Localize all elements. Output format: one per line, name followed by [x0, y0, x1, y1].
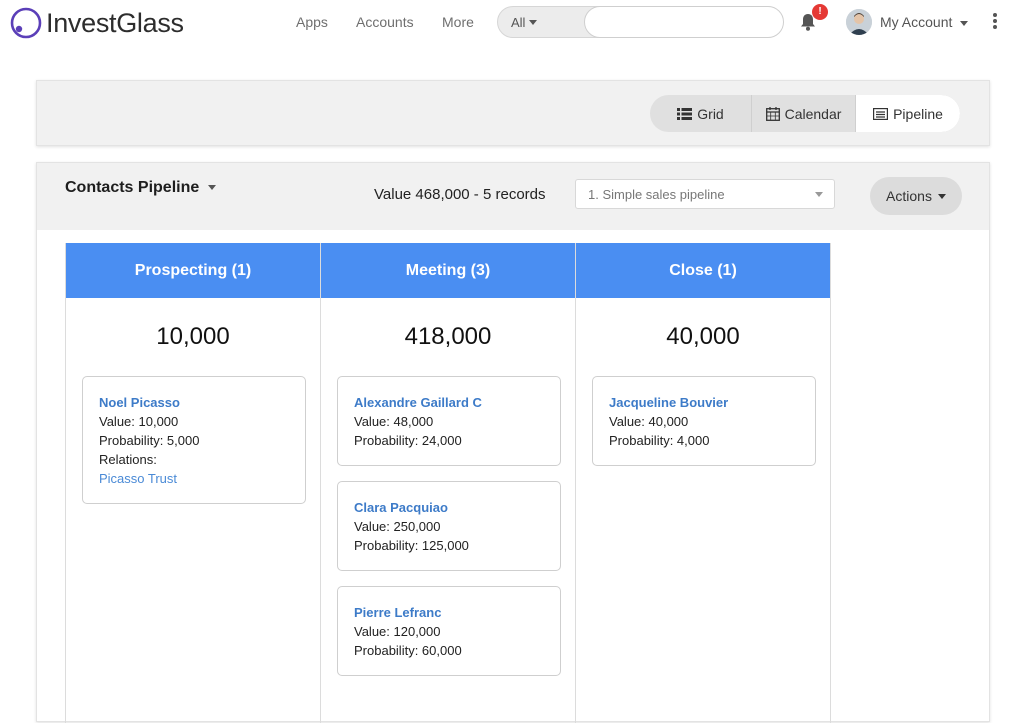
- deal-contact-name[interactable]: Noel Picasso: [99, 393, 290, 412]
- pipeline-header: Contacts Pipeline Value 468,000 - 5 reco…: [37, 163, 989, 230]
- deal-probability: Probability: 5,000: [99, 433, 200, 448]
- view-calendar-button[interactable]: Calendar: [752, 95, 856, 132]
- deal-value: Value: 120,000: [354, 624, 441, 639]
- deal-relations-label: Relations:: [99, 452, 157, 467]
- deal-probability: Probability: 60,000: [354, 643, 462, 658]
- deal-probability: Probability: 24,000: [354, 433, 462, 448]
- deal-relation-link[interactable]: Picasso Trust: [99, 469, 290, 488]
- deal-contact-name[interactable]: Alexandre Gaillard C: [354, 393, 545, 412]
- deal-card[interactable]: Alexandre Gaillard C Value: 48,000 Proba…: [337, 376, 561, 466]
- search-scope-label: All: [511, 14, 526, 30]
- search-input[interactable]: [584, 6, 784, 38]
- view-pipeline-label: Pipeline: [893, 105, 943, 122]
- nav-apps-link[interactable]: Apps: [296, 14, 328, 30]
- nav-more-link[interactable]: More: [442, 14, 474, 30]
- brand-name: InvestGlass: [46, 7, 184, 38]
- column-header[interactable]: Close (1): [576, 243, 830, 298]
- actions-button[interactable]: Actions: [870, 177, 962, 215]
- deal-card[interactable]: Jacqueline Bouvier Value: 40,000 Probabi…: [592, 376, 816, 466]
- column-header[interactable]: Prospecting (1): [66, 243, 320, 298]
- pipeline-select[interactable]: 1. Simple sales pipeline: [575, 179, 835, 209]
- calendar-icon: [765, 106, 780, 121]
- deal-contact-name[interactable]: Jacqueline Bouvier: [609, 393, 800, 412]
- column-total: 40,000: [666, 323, 740, 350]
- chevron-down-icon: [937, 193, 946, 199]
- deal-card[interactable]: Clara Pacquiao Value: 250,000 Probabilit…: [337, 481, 561, 571]
- pipeline-title: Contacts Pipeline: [65, 179, 200, 196]
- pipeline-title-dropdown[interactable]: Contacts Pipeline: [65, 179, 216, 197]
- pipeline-icon: [873, 107, 889, 120]
- avatar[interactable]: [846, 9, 872, 35]
- deal-value: Value: 250,000: [354, 519, 441, 534]
- pipeline-panel: Contacts Pipeline Value 468,000 - 5 reco…: [36, 162, 990, 723]
- pipeline-columns: Prospecting (1) 10,000 Noel Picasso Valu…: [65, 243, 831, 723]
- view-calendar-label: Calendar: [784, 105, 842, 122]
- chevron-down-icon: [960, 20, 969, 26]
- chevron-down-icon: [529, 19, 538, 25]
- chevron-down-icon: [815, 192, 823, 197]
- pipeline-select-value: 1. Simple sales pipeline: [588, 187, 725, 202]
- column-total: 418,000: [404, 323, 492, 350]
- deal-probability: Probability: 125,000: [354, 538, 469, 553]
- view-switcher-panel: Grid Calendar Pipeline: [36, 80, 990, 146]
- search-bar: All: [497, 6, 784, 38]
- account-label: My Account: [880, 14, 953, 30]
- grid-icon: [677, 107, 693, 120]
- notification-badge: !: [812, 4, 828, 20]
- deal-contact-name[interactable]: Clara Pacquiao: [354, 498, 545, 517]
- deal-contact-name[interactable]: Pierre Lefranc: [354, 603, 545, 622]
- column-header[interactable]: Meeting (3): [321, 243, 575, 298]
- view-pipeline-button[interactable]: Pipeline: [856, 95, 960, 132]
- view-grid-label: Grid: [697, 105, 724, 122]
- view-grid-button[interactable]: Grid: [650, 95, 752, 132]
- pipeline-column-prospecting: Prospecting (1) 10,000 Noel Picasso Valu…: [65, 243, 321, 723]
- deal-probability: Probability: 4,000: [609, 433, 710, 448]
- view-switch-group: Grid Calendar Pipeline: [650, 95, 960, 132]
- more-options-icon[interactable]: [992, 13, 998, 31]
- deal-value: Value: 48,000: [354, 414, 434, 429]
- search-scope-dropdown[interactable]: All: [498, 7, 584, 37]
- deal-value: Value: 40,000: [609, 414, 689, 429]
- logo-icon: [10, 7, 42, 39]
- deal-card[interactable]: Pierre Lefranc Value: 120,000 Probabilit…: [337, 586, 561, 676]
- my-account-menu[interactable]: My Account: [880, 14, 969, 30]
- user-avatar-icon: [846, 9, 872, 35]
- deal-card[interactable]: Noel Picasso Value: 10,000 Probability: …: [82, 376, 306, 504]
- chevron-down-icon: [207, 185, 216, 191]
- pipeline-summary: Value 468,000 - 5 records: [374, 186, 546, 203]
- pipeline-column-meeting: Meeting (3) 418,000 Alexandre Gaillard C…: [320, 243, 576, 723]
- brand-logo[interactable]: InvestGlass: [10, 5, 184, 41]
- pipeline-column-close: Close (1) 40,000 Jacqueline Bouvier Valu…: [575, 243, 831, 723]
- deal-value: Value: 10,000: [99, 414, 179, 429]
- nav-accounts-link[interactable]: Accounts: [356, 14, 414, 30]
- column-total: 10,000: [156, 323, 230, 350]
- top-navbar: InvestGlass Apps Accounts More All ! My …: [0, 0, 1024, 46]
- actions-label: Actions: [886, 188, 932, 204]
